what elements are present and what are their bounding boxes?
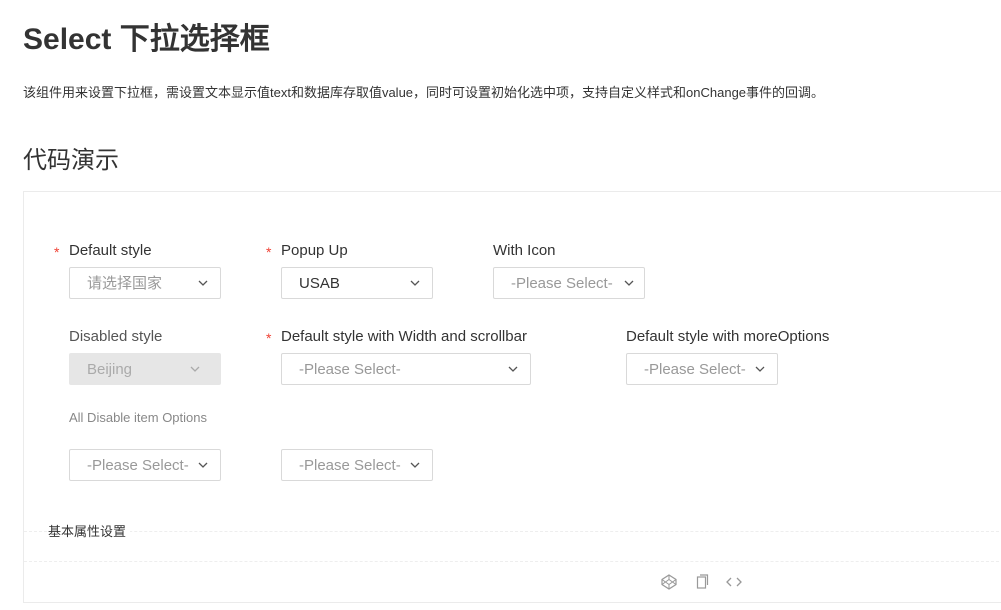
copy-icon[interactable]	[693, 573, 711, 591]
select-value: -Please Select-	[87, 457, 189, 474]
page: Select 下拉选择框 该组件用来设置下拉框，需设置文本显示值text和数据库…	[0, 0, 1001, 610]
field-label: Default style with Width and scrollbar	[266, 327, 527, 348]
field-label: With Icon	[493, 242, 556, 259]
props-title: 基本属性设置	[48, 523, 131, 541]
chevron-down-icon	[198, 462, 208, 468]
all-disable-label: All Disable item Options	[69, 410, 207, 425]
default-style-select[interactable]: 请选择国家	[69, 267, 221, 299]
select-value: -Please Select-	[299, 361, 401, 378]
page-description: 该组件用来设置下拉框，需设置文本显示值text和数据库存取值value，同时可设…	[23, 85, 825, 100]
select-value: USAB	[299, 275, 340, 292]
select-value: -Please Select-	[511, 275, 613, 292]
demo-box: Default style 请选择国家 Popup Up USAB With I…	[23, 191, 1001, 603]
page-title: Select 下拉选择框	[23, 23, 270, 56]
chevron-down-icon	[508, 366, 518, 372]
action-divider	[24, 561, 1001, 562]
section-title: 代码演示	[23, 147, 119, 174]
more-options-select[interactable]: -Please Select-	[626, 353, 778, 385]
chevron-down-icon	[190, 366, 200, 372]
select-value: -Please Select-	[644, 361, 746, 378]
field-label: Default style with moreOptions	[626, 328, 830, 345]
chevron-down-icon	[755, 366, 765, 372]
with-icon-select[interactable]: -Please Select-	[493, 267, 645, 299]
chevron-down-icon	[198, 280, 208, 286]
chevron-down-icon	[410, 280, 420, 286]
props-divider	[24, 531, 1001, 532]
select-value: -Please Select-	[299, 457, 401, 474]
chevron-down-icon	[624, 280, 634, 286]
select-value: 请选择国家	[87, 275, 163, 292]
width-scrollbar-select[interactable]: -Please Select-	[281, 353, 531, 385]
code-icon[interactable]	[725, 573, 743, 591]
disabled-select: Beijing	[69, 353, 221, 385]
field-label: Popup Up	[266, 241, 348, 262]
codepen-icon[interactable]	[660, 573, 678, 591]
field-label: Default style	[54, 241, 151, 262]
all-disable-select-1[interactable]: -Please Select-	[69, 449, 221, 481]
all-disable-select-2[interactable]: -Please Select-	[281, 449, 433, 481]
field-label: Disabled style	[69, 328, 163, 345]
chevron-down-icon	[410, 462, 420, 468]
popup-up-select[interactable]: USAB	[281, 267, 433, 299]
select-value: Beijing	[87, 361, 133, 378]
